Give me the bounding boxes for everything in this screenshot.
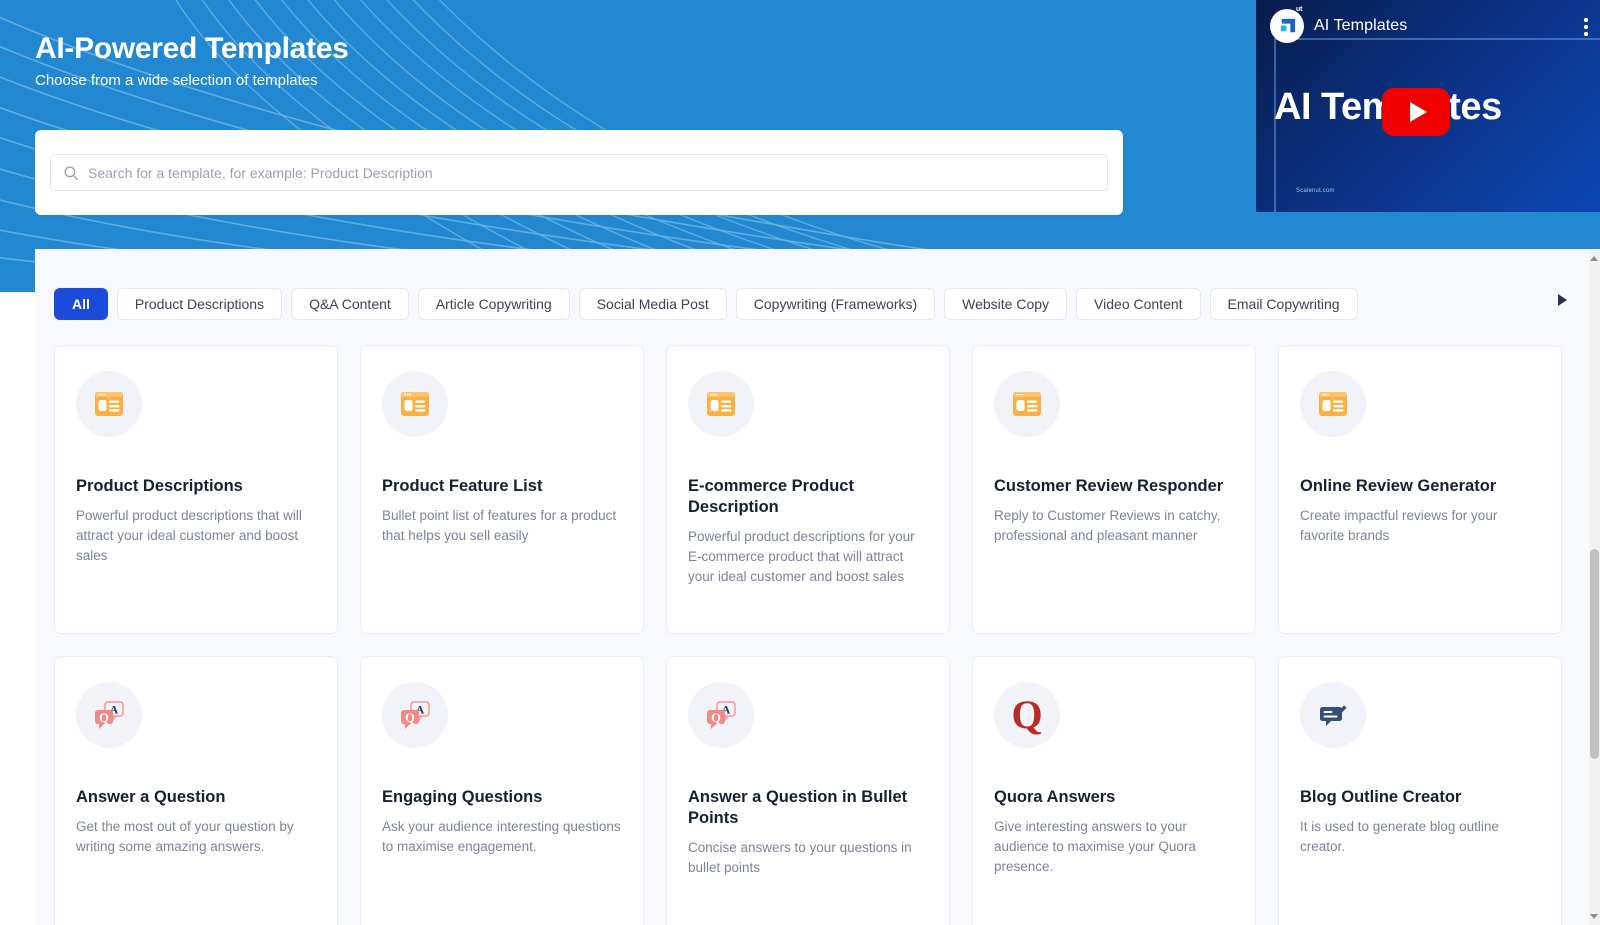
card-description: Bullet point list of features for a prod… [382,508,617,544]
search-panel [35,130,1123,215]
card-title: Product Feature List [382,477,543,495]
tab-website-copy[interactable]: Website Copy [944,288,1068,320]
template-card[interactable]: Product Feature List Bullet point list o… [360,345,644,634]
template-card[interactable]: Customer Review Responder Reply to Custo… [972,345,1256,634]
article-card-icon [994,371,1060,437]
card-title: Customer Review Responder [994,477,1224,495]
template-card[interactable]: Q Quora Answers Give interesting answers… [972,656,1256,925]
search-icon [64,165,79,180]
page-subtitle: Choose from a wide selection of template… [35,72,318,89]
tab-video-content[interactable]: Video Content [1076,288,1201,320]
page-title: AI-Powered Templates [35,32,349,65]
search-box[interactable] [50,154,1108,191]
card-title: Product Descriptions [76,477,243,495]
card-title: E-commerce Product Description [688,477,854,517]
card-description: Powerful product descriptions for your E… [688,529,915,585]
category-tabs: All Product Descriptions Q&A Content Art… [54,288,1358,320]
template-card[interactable]: Product Descriptions Powerful product de… [54,345,338,634]
qa-bubbles-icon: AQ [688,682,754,748]
tab-article-copywriting[interactable]: Article Copywriting [417,288,570,320]
vertical-scrollbar[interactable] [1589,249,1600,925]
quora-glyph: Q [1011,692,1043,737]
card-description: Give interesting answers to your audienc… [994,819,1196,875]
card-title: Quora Answers [994,788,1116,806]
video-watermark: Scalenut.com [1296,188,1335,194]
scroll-up-arrow-icon[interactable] [1590,256,1598,261]
tab-copywriting-frameworks[interactable]: Copywriting (Frameworks) [735,288,936,320]
card-description: Powerful product descriptions that will … [76,508,302,564]
video-topbar: ut AI Templates [1256,0,1600,52]
template-card[interactable]: E-commerce Product Description Powerful … [666,345,950,634]
tab-email-copywriting[interactable]: Email Copywriting [1209,288,1358,320]
template-card[interactable]: AQ Engaging Questions Ask your audience … [360,656,644,925]
tab-qa-content[interactable]: Q&A Content [291,288,409,320]
qa-bubbles-icon: AQ [382,682,448,748]
ai-templates-page: AI-Powered Templates Choose from a wide … [0,0,1600,925]
scroll-down-arrow-icon[interactable] [1590,914,1598,919]
card-description: Concise answers to your questions in bul… [688,840,912,876]
card-description: Create impactful reviews for your favori… [1300,508,1498,544]
bubble-pencil-icon [1300,682,1366,748]
svg-text:Q: Q [711,711,721,725]
youtube-play-icon[interactable] [1382,88,1450,136]
templates-panel: All Product Descriptions Q&A Content Art… [35,249,1600,925]
article-card-icon [1300,371,1366,437]
card-description: Get the most out of your question by wri… [76,819,294,855]
video-embed[interactable]: AI Templates Scalenut.com ut AI Template… [1256,0,1600,212]
chevron-right-icon[interactable] [1558,294,1567,306]
article-card-icon [76,371,142,437]
card-description: Reply to Customer Reviews in catchy, pro… [994,508,1221,544]
article-card-icon [382,371,448,437]
card-title: Blog Outline Creator [1300,788,1462,806]
tab-product-descriptions[interactable]: Product Descriptions [116,288,283,320]
search-input[interactable] [88,164,1095,181]
tab-all[interactable]: All [54,288,108,320]
article-card-icon [688,371,754,437]
card-description: Ask your audience interesting questions … [382,819,621,855]
card-description: It is used to generate blog outline crea… [1300,819,1499,855]
card-title: Online Review Generator [1300,477,1497,495]
svg-text:Q: Q [99,711,109,725]
template-card[interactable]: AQ Answer a Question Get the most out of… [54,656,338,925]
video-channel-title: AI Templates [1314,17,1408,34]
tab-social-media-post[interactable]: Social Media Post [578,288,727,320]
scalenut-logo-icon [1270,9,1304,43]
kebab-menu-icon[interactable] [1584,18,1588,39]
card-title: Engaging Questions [382,788,543,806]
template-grid: Product Descriptions Powerful product de… [54,345,1574,925]
qa-bubbles-icon: AQ [76,682,142,748]
card-title: Answer a Question in Bullet Points [688,788,908,828]
svg-text:Q: Q [405,711,415,725]
template-card[interactable]: Online Review Generator Create impactful… [1278,345,1562,634]
card-title: Answer a Question [76,788,226,806]
scrollbar-thumb[interactable] [1590,549,1599,759]
quora-logo-icon: Q [994,682,1060,748]
template-card[interactable]: AQ Answer a Question in Bullet Points Co… [666,656,950,925]
template-card[interactable]: Blog Outline Creator It is used to gener… [1278,656,1562,925]
